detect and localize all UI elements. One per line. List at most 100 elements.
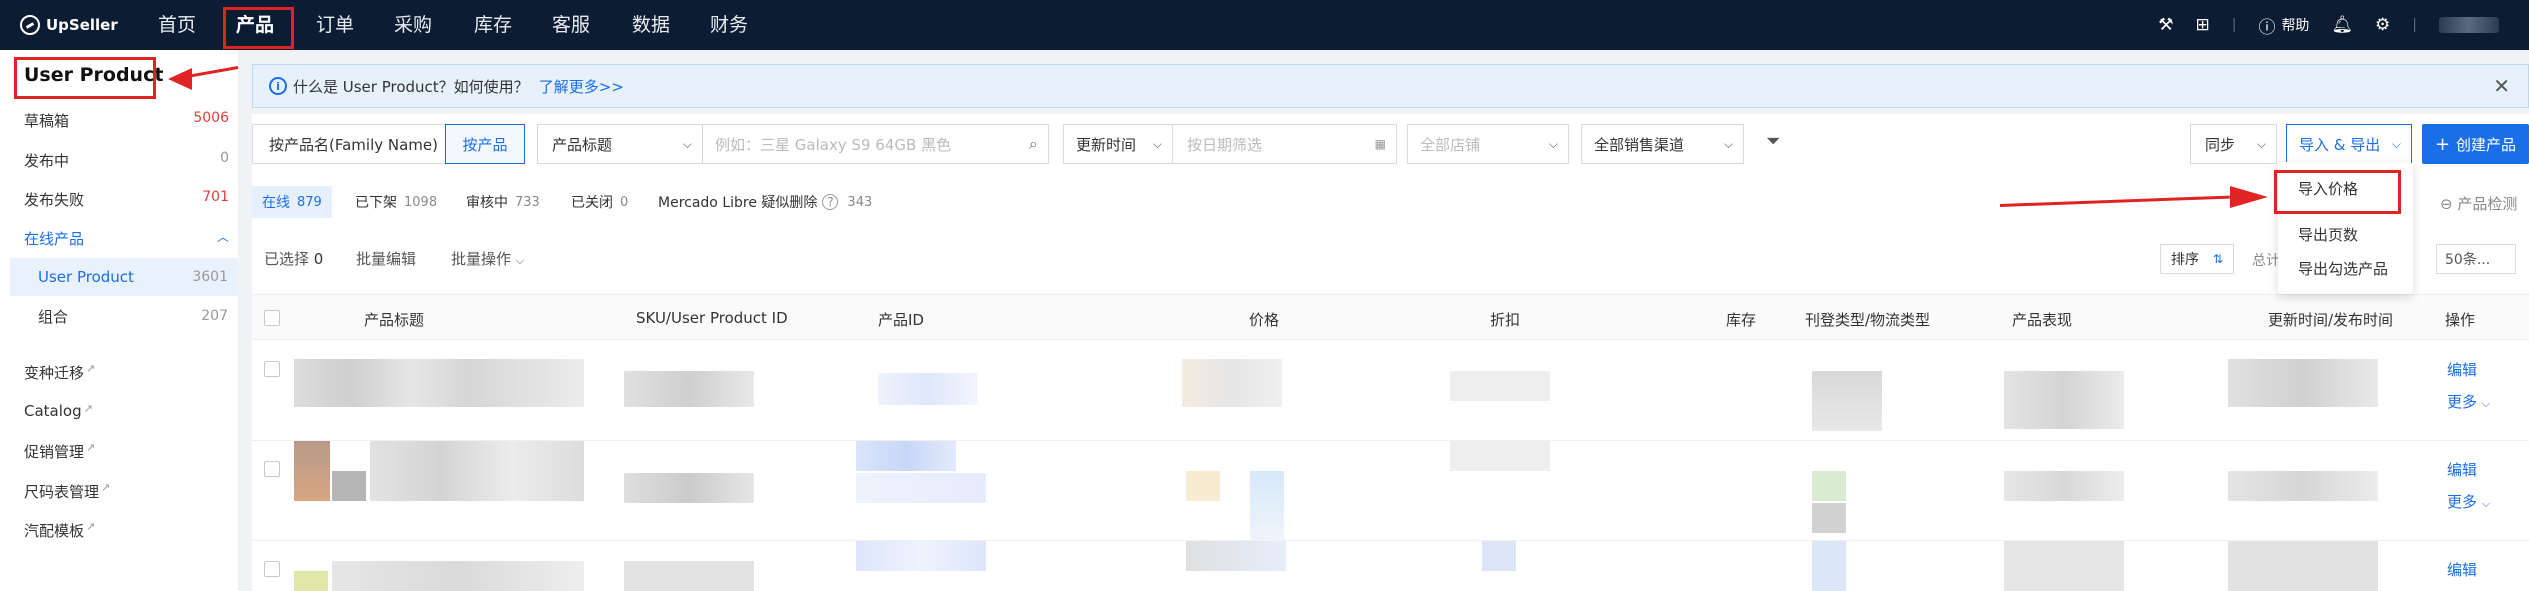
filter-icon[interactable]: ⏷ [1766, 131, 1780, 152]
tab-closed[interactable]: 已关闭 0 [571, 186, 628, 218]
nav-finance[interactable]: 财务 [710, 0, 748, 50]
sidebar-item-publish-failed[interactable]: 发布失败 701 [24, 189, 229, 210]
brand-name: UpSeller [46, 16, 118, 34]
nav-purchase[interactable]: 采购 [394, 0, 432, 50]
nav-home[interactable]: 首页 [158, 0, 196, 50]
nav-customer-service[interactable]: 客服 [552, 0, 590, 50]
blurred-performance [2004, 371, 2124, 429]
nav-orders[interactable]: 订单 [316, 0, 354, 50]
col-product-id[interactable]: 产品ID [878, 309, 924, 330]
chevron-down-icon: ⌵ [2256, 136, 2266, 151]
sales-channel-select[interactable]: 全部销售渠道 ⌵ [1581, 124, 1744, 164]
row-checkbox[interactable] [264, 461, 280, 477]
product-check-button[interactable]: ⊖ 产品检测 [2440, 193, 2517, 214]
table-row[interactable]: 编辑 更多 ⌵ [252, 441, 2529, 541]
sidebar-link-size-chart[interactable]: 尺码表管理 ↗ [24, 481, 110, 502]
more-link[interactable]: 更多 ⌵ [2447, 491, 2490, 512]
apps-icon[interactable]: ⊞ [2195, 15, 2209, 35]
sidebar-item-publishing[interactable]: 发布中 0 [24, 150, 229, 171]
col-sku-id[interactable]: SKU/User Product ID [636, 309, 788, 327]
highlight-box-import-price [2274, 170, 2401, 214]
tools-icon[interactable]: ⚒ [2158, 15, 2173, 35]
learn-more-link[interactable]: 了解更多>> [539, 76, 624, 97]
bulk-action-button[interactable]: 批量操作 ⌵ [451, 248, 524, 269]
sidebar-item-bundle[interactable]: 组合 207 [10, 297, 238, 335]
close-icon[interactable]: ✕ [2493, 74, 2510, 98]
sync-button[interactable]: 同步 ⌵ [2190, 124, 2277, 164]
import-export-button[interactable]: 导入 & 导出 ⌵ [2286, 124, 2412, 164]
chevron-down-icon: ⌵ [1548, 136, 1558, 151]
sidebar-item-user-product[interactable]: User Product 3601 [10, 258, 238, 296]
bulk-edit-button[interactable]: 批量编辑 [356, 248, 416, 269]
table-row[interactable]: 编辑 [252, 541, 2529, 591]
external-link-icon: ↗ [86, 520, 96, 533]
sidebar-item-drafts[interactable]: 草稿箱 5006 [24, 110, 229, 131]
more-link[interactable]: 更多 ⌵ [2447, 391, 2490, 412]
external-link-icon: ↗ [86, 362, 96, 375]
col-listing-type[interactable]: 刊登类型/物流类型 [1805, 309, 1930, 330]
user-account[interactable] [2439, 17, 2499, 33]
edit-link[interactable]: 编辑 [2447, 359, 2477, 380]
create-product-button[interactable]: + 创建产品 [2422, 124, 2529, 164]
tab-count: 1098 [404, 194, 438, 210]
create-product-label: 创建产品 [2456, 135, 2517, 154]
title-search-input[interactable]: 例如：三星 Galaxy S9 64GB 黑色 ⌕ [702, 124, 1049, 164]
blurred-thumbnail [294, 571, 328, 591]
search-icon[interactable]: ⌕ [1029, 134, 1038, 154]
date-placeholder: 按日期筛选 [1187, 135, 1263, 154]
sidebar-link-promotions[interactable]: 促销管理 ↗ [24, 441, 95, 462]
row-checkbox[interactable] [264, 361, 280, 377]
question-icon[interactable]: ? [822, 194, 839, 210]
tab-mercado-suspected-deleted[interactable]: Mercado Libre 疑似删除 ? 343 [658, 186, 872, 218]
col-updated-time[interactable]: 更新时间/发布时间 [2268, 309, 2393, 330]
sidebar-link-variant-migration[interactable]: 变种迁移 ↗ [24, 362, 95, 383]
nav-data[interactable]: 数据 [632, 0, 670, 50]
blurred-price [1250, 471, 1284, 541]
row-checkbox[interactable] [264, 561, 280, 577]
date-range-input[interactable]: 按日期筛选 ▦ [1172, 124, 1397, 164]
nav-inventory[interactable]: 库存 [474, 0, 512, 50]
tab-delisted[interactable]: 已下架 1098 [355, 186, 437, 218]
product-mode-button[interactable]: 按产品 [445, 124, 525, 164]
tab-under-review[interactable]: 审核中 733 [466, 186, 540, 218]
menu-item-export-pages[interactable]: 导出页数 [2298, 224, 2358, 245]
sidebar-link-auto-parts[interactable]: 汽配模板 ↗ [24, 520, 95, 541]
table-row[interactable]: 编辑 更多 ⌵ [252, 341, 2529, 441]
sidebar-link-catalog[interactable]: Catalog ↗ [24, 402, 93, 420]
bulk-action-label: 批量操作 [451, 250, 512, 268]
bell-icon[interactable]: 🔔︎ [2331, 15, 2353, 35]
info-banner: i 什么是 User Product？如何使用？ 了解更多>> ✕ [252, 64, 2529, 108]
chevron-up-icon: ︿ [216, 230, 229, 244]
brand-logo[interactable]: UpSeller [20, 15, 140, 35]
title-field-select[interactable]: 产品标题 ⌵ [537, 124, 703, 164]
gear-icon[interactable]: ⚙ [2375, 15, 2390, 35]
tab-label: 已下架 [355, 195, 397, 211]
store-select[interactable]: 全部店铺 ⌵ [1407, 124, 1569, 164]
sidebar-group-online-products[interactable]: 在线产品 ︿ [24, 228, 229, 249]
col-performance[interactable]: 产品表现 [2012, 309, 2072, 330]
blurred-product-title [332, 561, 584, 591]
sidebar-item-label: 组合 [38, 307, 69, 326]
help-button[interactable]: ⓘ 帮助 [2258, 13, 2309, 38]
highlight-box-nav-products [223, 7, 294, 49]
col-discount[interactable]: 折扣 [1490, 309, 1520, 330]
blurred-time [2228, 541, 2378, 591]
col-title[interactable]: 产品标题 [364, 309, 424, 330]
sync-label: 同步 [2205, 135, 2236, 154]
menu-item-export-selected[interactable]: 导出勾选产品 [2298, 258, 2388, 279]
family-name-mode-button[interactable]: 按产品名(Family Name) [252, 124, 445, 164]
blurred-listing-type [1812, 541, 1846, 591]
edit-link[interactable]: 编辑 [2447, 459, 2477, 480]
tab-online[interactable]: 在线 879 [252, 186, 332, 218]
page-size-select[interactable]: 50条... [2436, 244, 2516, 274]
sidebar-link-label: 尺码表管理 [24, 483, 100, 501]
sidebar-item-label: 发布失败 [24, 191, 85, 209]
sort-button[interactable]: 排序 ⇅ [2160, 244, 2234, 274]
select-all-checkbox[interactable] [264, 310, 280, 326]
col-stock[interactable]: 库存 [1726, 309, 1756, 330]
time-field-select[interactable]: 更新时间 ⌵ [1063, 124, 1173, 164]
blurred-time [2228, 359, 2378, 407]
blurred-product-title [370, 441, 584, 501]
col-price[interactable]: 价格 [1249, 309, 1279, 330]
edit-link[interactable]: 编辑 [2447, 559, 2477, 580]
